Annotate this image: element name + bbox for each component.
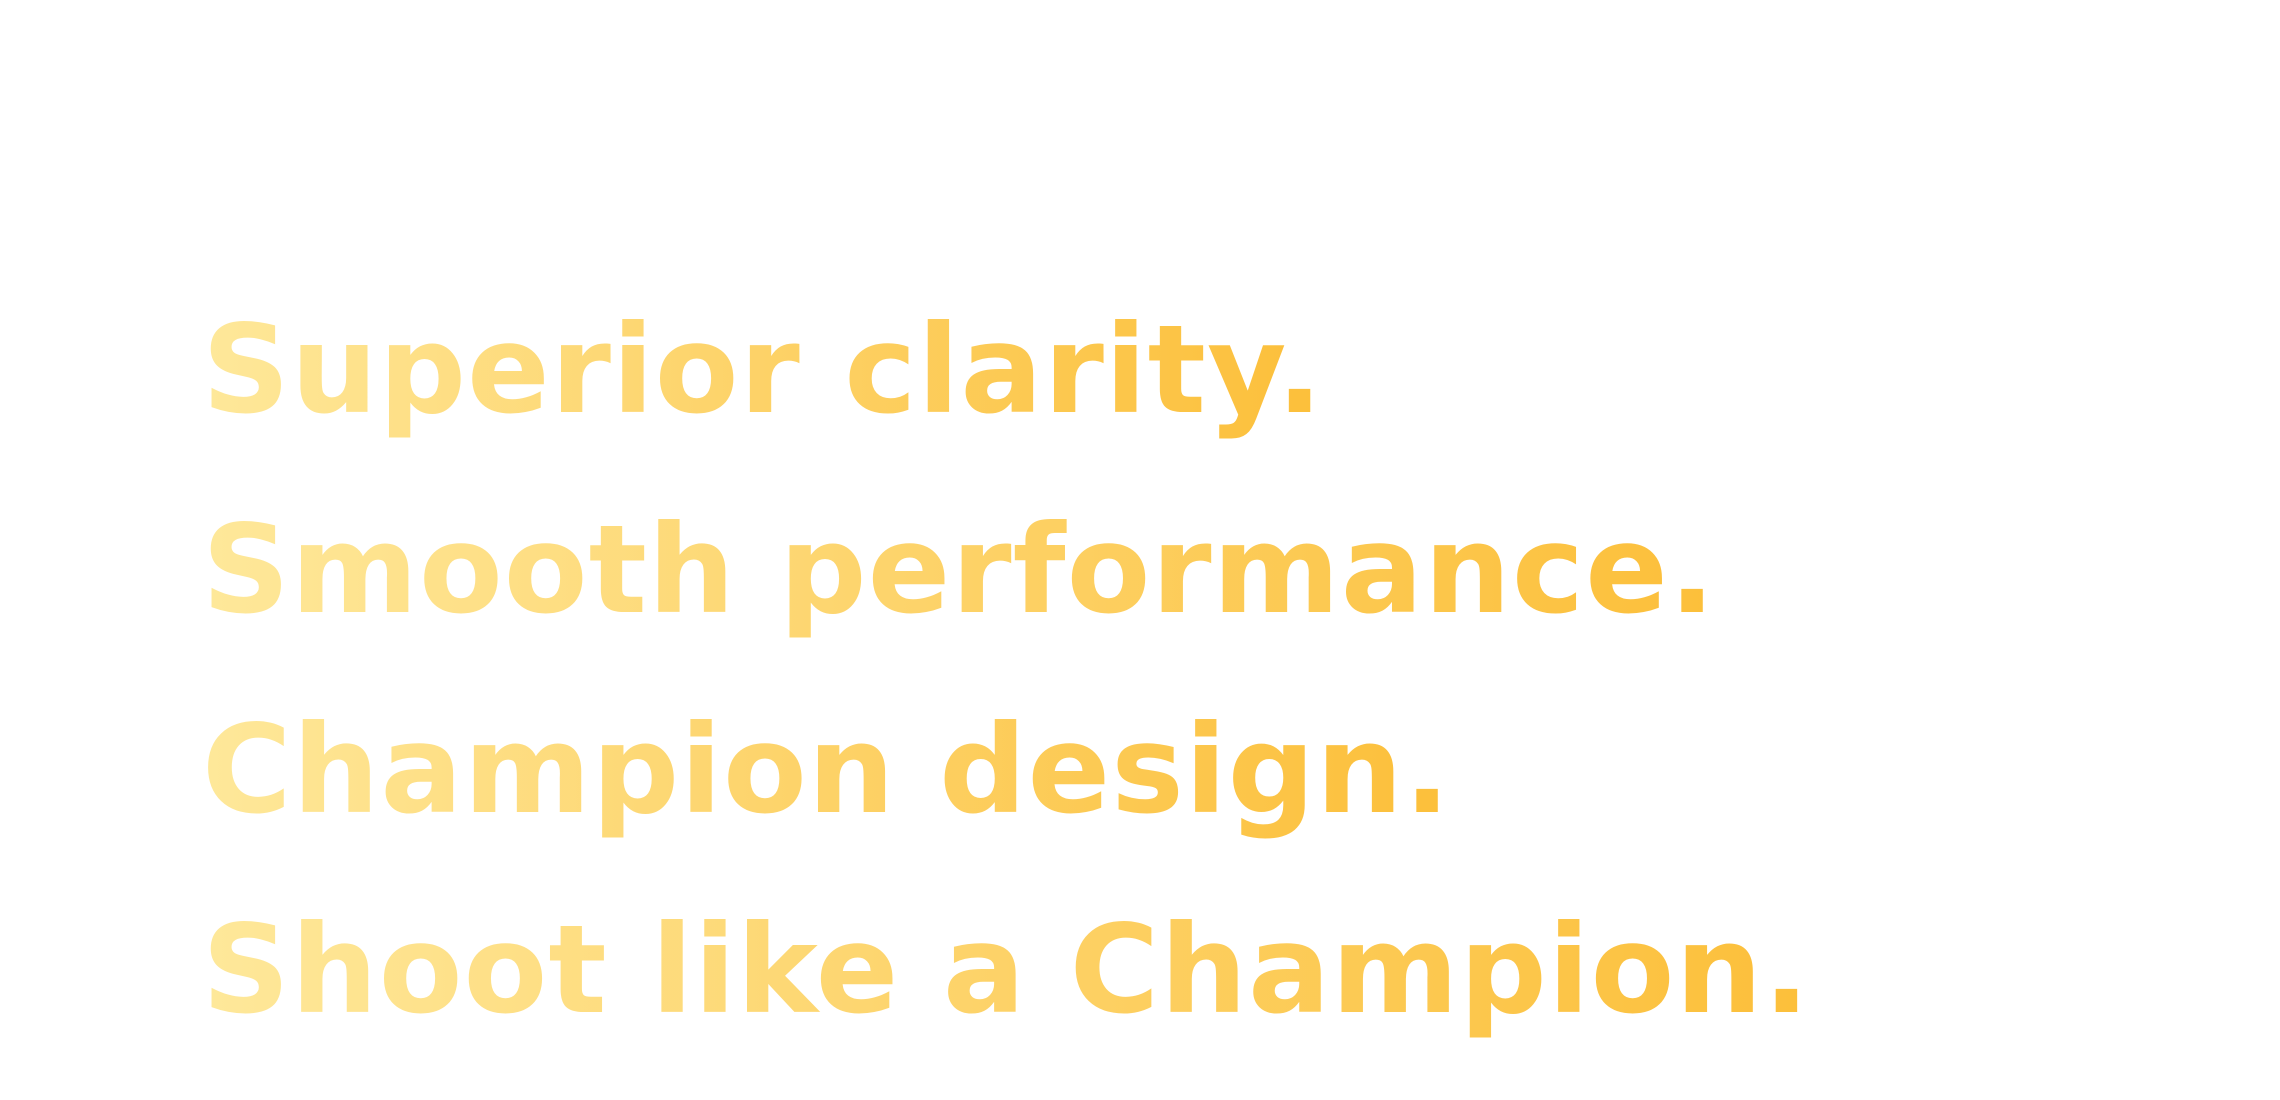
headline-design: Champion design. xyxy=(202,670,1451,870)
headline-stack: Superior clarity. Smooth performance. Ch… xyxy=(202,270,2102,1070)
headline-clarity: Superior clarity. xyxy=(202,270,1324,470)
headline-performance: Smooth performance. xyxy=(202,470,1716,670)
headline-tagline: Shoot like a Champion. xyxy=(202,870,1811,1070)
